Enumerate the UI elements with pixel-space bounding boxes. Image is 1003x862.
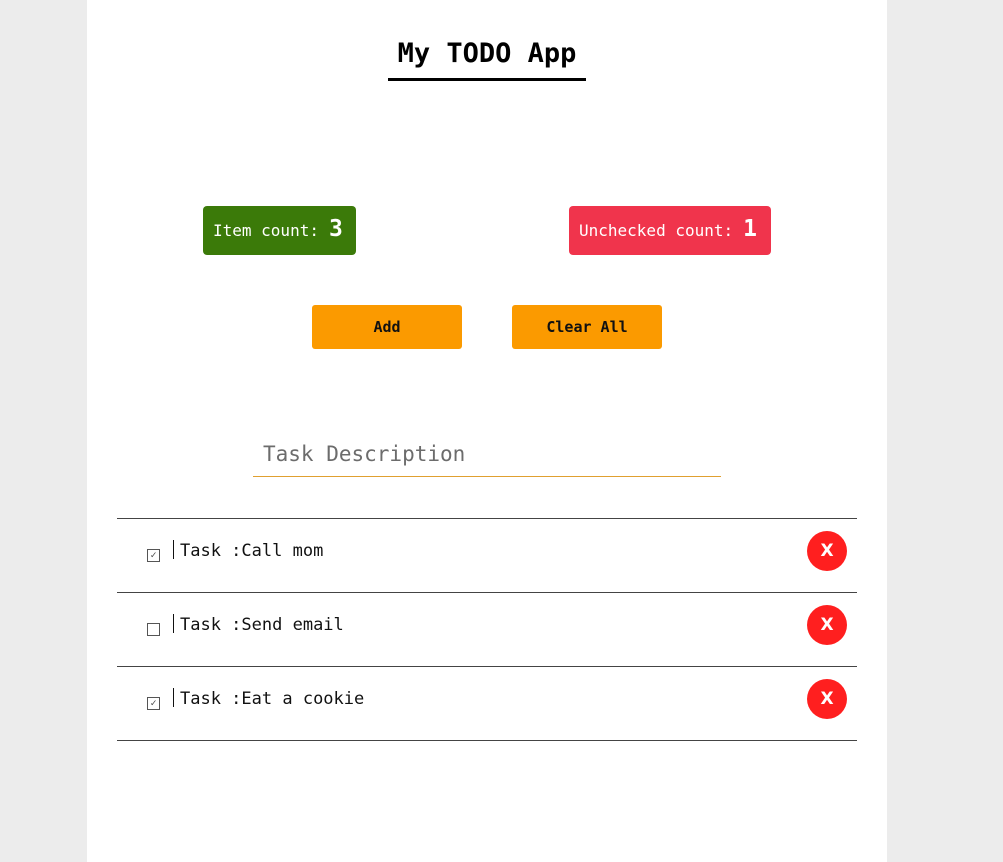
item-count-label: Item count: [213,221,319,240]
task-text: Send email [241,615,344,635]
item-count-value: 3 [328,215,343,242]
app-container: My TODO App Item count: 3 Unchecked coun… [87,0,887,862]
clear-all-button[interactable]: Clear All [512,305,662,349]
item-count-badge: Item count: 3 [203,206,356,255]
unchecked-count-badge: Unchecked count: 1 [569,206,771,255]
task-row: ✓ Task :Eat a cookie X [117,667,857,741]
text-cursor-bar [173,540,174,559]
unchecked-count-label: Unchecked count: [579,221,734,240]
task-label: Task :Call mom [173,540,323,561]
page-title: My TODO App [387,36,587,81]
header: My TODO App [87,36,887,81]
task-text: Call mom [241,541,324,561]
add-button[interactable]: Add [312,305,462,349]
task-label: Task :Send email [173,614,344,635]
text-cursor-bar [173,614,174,633]
unchecked-count-value: 1 [743,215,757,242]
delete-task-button[interactable]: X [807,605,847,645]
text-cursor-bar [173,688,174,707]
task-checkbox[interactable]: ✓ [147,697,160,710]
task-text: Eat a cookie [241,689,365,709]
task-checkbox[interactable]: ✓ [147,549,160,562]
task-prefix: Task : [180,615,242,635]
task-prefix: Task : [180,541,242,561]
task-prefix: Task : [180,689,242,709]
task-list: ✓ Task :Call mom X Task :Send email X ✓ … [117,518,857,741]
task-row: ✓ Task :Call mom X [117,519,857,593]
task-row: Task :Send email X [117,593,857,667]
task-checkbox[interactable] [147,623,160,636]
task-label: Task :Eat a cookie [173,688,364,709]
task-description-input[interactable] [253,432,721,477]
delete-task-button[interactable]: X [807,531,847,571]
delete-task-button[interactable]: X [807,679,847,719]
